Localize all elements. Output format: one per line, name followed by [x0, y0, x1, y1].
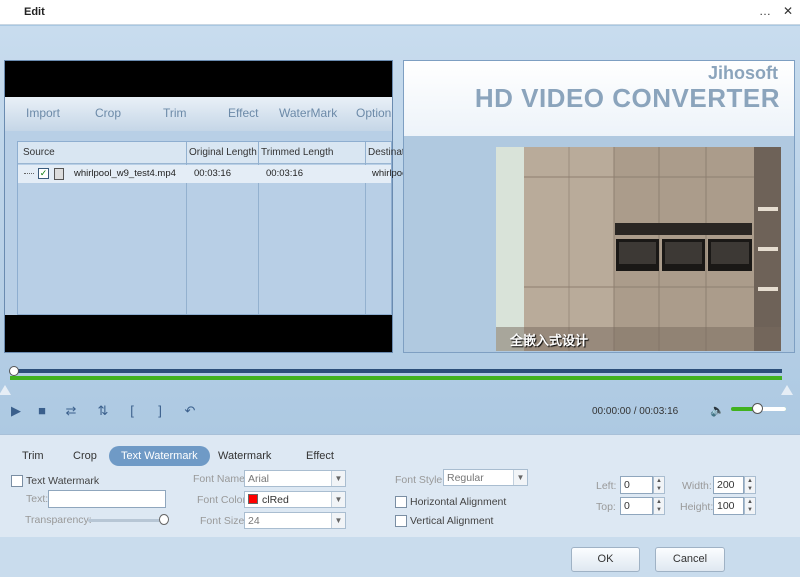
volume-handle[interactable] — [752, 403, 763, 414]
horizontal-alignment-label: Horizontal Alignment — [410, 496, 507, 508]
preview-frame — [496, 147, 781, 351]
height-stepper[interactable]: ▲ ▼ — [744, 497, 756, 515]
font-name-label: Font Name: — [193, 473, 248, 485]
settings-panel: Trim Crop Text Watermark Watermark Effec… — [0, 434, 800, 537]
font-style-label: Font Style: — [395, 474, 446, 486]
color-swatch — [248, 494, 258, 504]
timeline-slider[interactable] — [9, 366, 782, 381]
col-trimmed-length[interactable]: Trimmed Length — [261, 147, 333, 158]
video-file-icon — [54, 168, 64, 180]
transparency-label: Transparency: — [25, 514, 92, 526]
tab-effect[interactable]: Effect — [294, 446, 346, 466]
tab-trim[interactable]: Trim — [10, 446, 56, 466]
minimize-icon[interactable]: … — [755, 2, 775, 20]
font-color-select[interactable]: clRed ▼ — [244, 491, 346, 508]
font-color-value: clRed — [262, 494, 289, 506]
title-bar: Edit … ✕ — [0, 0, 800, 25]
undo-icon[interactable]: ↶ — [182, 403, 198, 419]
col-source[interactable]: Source — [23, 147, 55, 158]
chevron-down-icon[interactable]: ▼ — [513, 470, 527, 485]
video-preview: 全嵌入式设计 — [496, 147, 781, 351]
menu-crop[interactable]: Crop — [95, 106, 121, 120]
font-size-value: 24 — [248, 515, 260, 527]
chevron-down-icon[interactable]: ▼ — [331, 513, 345, 528]
transparency-handle[interactable] — [159, 514, 169, 525]
width-input[interactable] — [713, 476, 744, 494]
menu-watermark[interactable]: WaterMark — [279, 106, 337, 120]
height-input[interactable] — [713, 497, 744, 515]
cell-source: whirlpool_w9_test4.mp4 — [74, 168, 176, 179]
tree-line — [24, 173, 34, 174]
stop-icon[interactable]: ■ — [34, 403, 50, 419]
vertical-alignment-checkbox[interactable] — [395, 515, 407, 527]
brand-banner: Jihosoft HD VIDEO CONVERTER — [404, 61, 794, 136]
brand-product: HD VIDEO CONVERTER — [474, 83, 780, 113]
table-header: Source Original Length Trimmed Length De… — [18, 142, 437, 164]
font-size-select[interactable]: 24 ▼ — [244, 512, 346, 529]
menu-effect[interactable]: Effect — [228, 106, 258, 120]
chevron-down-icon[interactable]: ▼ — [331, 471, 345, 486]
window-title: Edit — [24, 6, 45, 18]
menu-trim[interactable]: Trim — [163, 106, 187, 120]
time-display: 00:00:00 / 00:03:16 — [592, 406, 679, 417]
swap-icon[interactable]: ⇄ — [63, 403, 79, 419]
height-label: Height: — [680, 501, 714, 513]
tab-crop[interactable]: Crop — [61, 446, 109, 466]
mark-in-icon[interactable]: [ — [124, 403, 140, 419]
playhead-handle[interactable] — [9, 366, 19, 376]
font-color-label: Font Color: — [197, 494, 249, 506]
horizontal-alignment-checkbox[interactable] — [395, 496, 407, 508]
table-row[interactable]: ✓ whirlpool_w9_test4.mp4 00:03:16 00:03:… — [18, 165, 474, 183]
tab-text-watermark[interactable]: Text Watermark — [109, 446, 210, 466]
cancel-button[interactable]: Cancel — [655, 547, 725, 572]
mark-out-icon[interactable]: ] — [152, 403, 168, 419]
timeline-track — [10, 369, 782, 373]
brand-company: Jihosoft — [708, 63, 778, 83]
top-stepper[interactable]: ▲ ▼ — [653, 497, 665, 515]
file-panel: Import Crop Trim Effect WaterMark Option… — [4, 60, 474, 353]
file-table-area: Source Original Length Trimmed Length De… — [5, 131, 474, 315]
text-label: Text: — [26, 493, 49, 505]
left-label: Left: — [596, 480, 617, 492]
file-table[interactable]: Source Original Length Trimmed Length De… — [17, 141, 474, 315]
font-style-value: Regular — [447, 472, 484, 484]
font-style-select[interactable]: Regular ▼ — [443, 469, 528, 486]
left-input[interactable] — [620, 476, 653, 494]
font-name-value: Arial — [248, 473, 270, 485]
width-stepper[interactable]: ▲ ▼ — [744, 476, 756, 494]
font-name-select[interactable]: Arial ▼ — [244, 470, 346, 487]
top-input[interactable] — [620, 497, 653, 515]
tab-watermark[interactable]: Watermark — [206, 446, 283, 466]
volume-icon[interactable]: 🔈 — [710, 403, 725, 417]
split-icon[interactable]: ⇅ — [95, 403, 111, 419]
left-stepper[interactable]: ▲ ▼ — [653, 476, 665, 494]
menu-import[interactable]: Import — [26, 106, 60, 120]
width-label: Width: — [682, 480, 712, 492]
trim-end-marker[interactable] — [781, 385, 793, 395]
menu-bar: Import Crop Trim Effect WaterMark Option — [5, 97, 392, 131]
play-icon[interactable]: ▶ — [8, 403, 24, 419]
col-original-length[interactable]: Original Length — [189, 147, 257, 158]
watermark-text-input[interactable] — [48, 490, 166, 508]
cell-original-length: 00:03:16 — [194, 168, 231, 179]
text-watermark-label: Text Watermark — [26, 475, 100, 487]
cell-trimmed-length: 00:03:16 — [266, 168, 303, 179]
text-watermark-checkbox[interactable] — [11, 475, 23, 487]
ok-button[interactable]: OK — [571, 547, 640, 572]
trim-range-bar — [10, 376, 782, 380]
font-size-label: Font Size: — [200, 515, 248, 527]
row-checkbox[interactable]: ✓ — [38, 168, 49, 179]
trim-start-marker[interactable] — [0, 385, 11, 395]
menu-option[interactable]: Option — [356, 106, 391, 120]
preview-panel: Jihosoft HD VIDEO CONVERTER 全嵌入式设计 — [403, 60, 795, 353]
video-caption: 全嵌入式设计 — [510, 333, 589, 348]
top-label: Top: — [596, 501, 616, 513]
chevron-down-icon[interactable]: ▼ — [331, 492, 345, 507]
transparency-slider[interactable] — [88, 519, 166, 522]
vertical-alignment-label: Vertical Alignment — [410, 515, 494, 527]
close-icon[interactable]: ✕ — [778, 2, 798, 20]
